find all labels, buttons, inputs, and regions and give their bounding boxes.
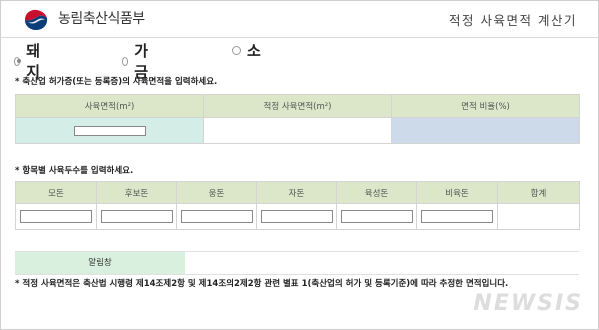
alert-label: 알림창 [15, 252, 185, 274]
header-sow: 모돈 [15, 181, 97, 204]
header-area-ratio: 면적 비율(%) [391, 94, 580, 118]
tab-cattle[interactable]: 소 [232, 40, 261, 61]
section1-instruction: * 축산업 허가증(또는 등록증)의 사육면적을 입력하세요. [15, 77, 218, 87]
headcount-table: 모돈 후보돈 웅돈 자돈 육성돈 비육돈 합계 [15, 181, 580, 230]
ministry-name: 농림축산식품부 [58, 11, 145, 27]
gilt-input-cell [96, 203, 177, 230]
total-output [497, 203, 580, 230]
area-input-cell [15, 117, 204, 144]
header-area: 사육면적(m²) [15, 94, 204, 118]
header-gilt: 후보돈 [96, 181, 177, 204]
watermark: NEWSIS [473, 291, 583, 316]
footnote: * 적정 사육면적은 축산법 시행령 제14조제2항 및 제14조의2제2항 관… [15, 279, 509, 289]
header-total: 합계 [497, 181, 580, 204]
radio-poultry[interactable] [122, 56, 129, 66]
proper-area-output [203, 117, 392, 144]
header-proper-area: 적정 사육면적(m²) [203, 94, 392, 118]
radio-pig[interactable] [14, 56, 21, 66]
area-table: 사육면적(m²) 적정 사육면적(m²) 면적 비율(%) [15, 94, 580, 144]
header-finisher: 비육돈 [416, 181, 498, 204]
alert-row: 알림창 [15, 251, 579, 275]
section2-instruction: * 항목별 사육두수를 입력하세요. [15, 166, 134, 176]
boar-count-input[interactable] [180, 210, 253, 223]
tab-cattle-label: 소 [247, 42, 261, 60]
boar-input-cell [176, 203, 257, 230]
finisher-count-input[interactable] [421, 210, 493, 223]
area-ratio-output [391, 117, 580, 144]
area-input[interactable] [73, 125, 146, 136]
header: 농림축산식품부 적정 사육면적 계산기 [0, 0, 599, 38]
header-grower: 육성돈 [336, 181, 417, 204]
finisher-input-cell [416, 203, 498, 230]
sow-input-cell [15, 203, 97, 230]
piglet-input-cell [256, 203, 337, 230]
sow-count-input[interactable] [20, 210, 92, 223]
calculator-title: 적정 사육면적 계산기 [449, 13, 577, 28]
grower-input-cell [336, 203, 417, 230]
government-logo-icon [25, 9, 48, 30]
gilt-count-input[interactable] [100, 210, 173, 223]
header-boar: 웅돈 [176, 181, 257, 204]
grower-count-input[interactable] [340, 210, 413, 223]
radio-cattle[interactable] [232, 46, 241, 55]
piglet-count-input[interactable] [260, 210, 333, 223]
header-piglet: 자돈 [256, 181, 337, 204]
